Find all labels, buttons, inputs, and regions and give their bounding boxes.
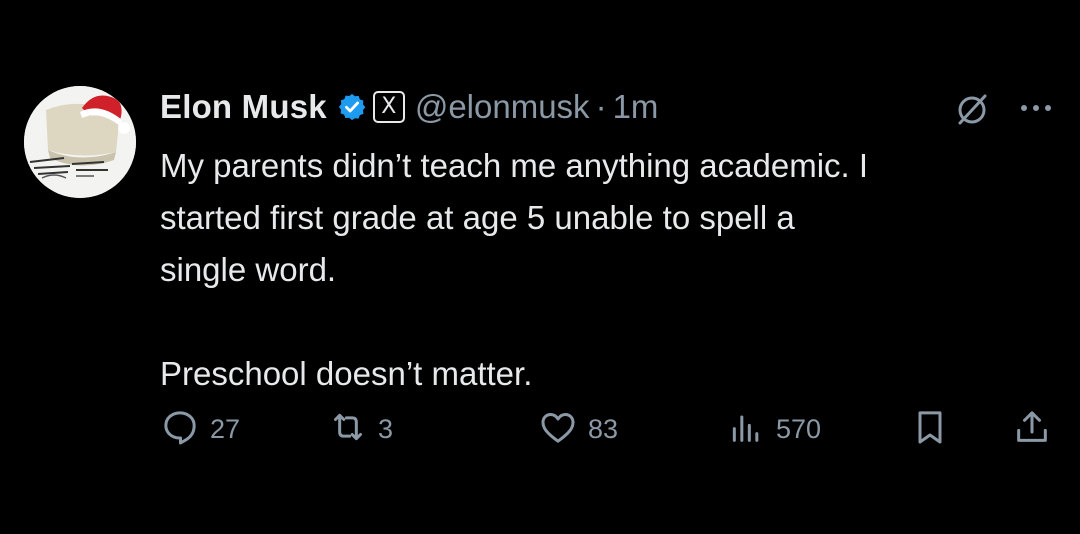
bookmark-icon — [910, 407, 950, 452]
grok-icon[interactable] — [952, 90, 992, 130]
tweet-line: started first grade at age 5 unable to s… — [160, 199, 795, 236]
action-bar: 27 3 83 570 — [160, 404, 1060, 454]
tweet-line: My parents didn’t teach me anything acad… — [160, 147, 869, 184]
view-count: 570 — [776, 413, 822, 444]
tweet-line: Preschool doesn’t matter. — [160, 355, 533, 392]
like-count: 83 — [588, 413, 619, 444]
timestamp[interactable]: 1m — [613, 88, 659, 126]
tweet-text: My parents didn’t teach me anything acad… — [160, 140, 1060, 400]
views-button[interactable]: 570 — [726, 404, 821, 454]
like-button[interactable]: 83 — [538, 404, 618, 454]
author-name[interactable]: Elon Musk — [160, 88, 327, 126]
share-button[interactable] — [1012, 404, 1052, 454]
tweet-line: single word. — [160, 251, 337, 288]
verified-badge-icon[interactable] — [337, 92, 367, 122]
repost-button[interactable]: 3 — [328, 404, 393, 454]
author-handle[interactable]: @elonmusk — [415, 88, 590, 126]
separator-dot: · — [595, 88, 607, 125]
repost-count: 3 — [378, 413, 394, 444]
views-icon — [726, 407, 766, 452]
avatar[interactable] — [24, 86, 136, 198]
reply-button[interactable]: 27 — [160, 404, 240, 454]
share-icon — [1012, 407, 1052, 452]
more-icon[interactable] — [1016, 100, 1056, 116]
tweet-header: Elon Musk X @elonmusk · 1m — [160, 84, 658, 130]
like-icon — [538, 407, 578, 452]
bookmark-button[interactable] — [910, 404, 950, 454]
reply-icon — [160, 407, 200, 452]
reply-count: 27 — [210, 413, 241, 444]
repost-icon — [328, 407, 368, 452]
x-affiliation-icon[interactable]: X — [372, 91, 405, 123]
tweet: Elon Musk X @elonmusk · 1m My parents di… — [0, 0, 1080, 534]
